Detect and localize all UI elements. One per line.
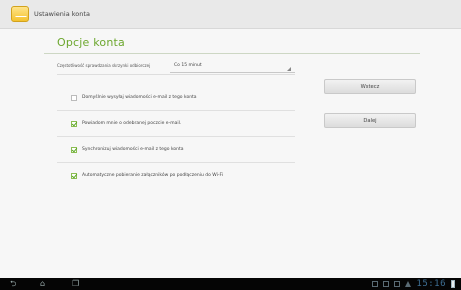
option-label: Domyślnie wysyłaj wiadomości e-mail z te…: [82, 95, 197, 100]
screenshot-icon: [372, 281, 379, 287]
dropdown-underline: [170, 72, 295, 73]
home-icon[interactable]: ⌂: [40, 280, 45, 288]
check-frequency-dropdown[interactable]: Co 15 minut: [170, 59, 295, 73]
next-button[interactable]: Dalej: [324, 113, 416, 128]
option-label: Synchronizuj wiadomości e-mail z tego ko…: [82, 147, 184, 152]
checkbox-auto-download[interactable]: [71, 173, 77, 179]
warning-icon: [405, 281, 412, 287]
option-label: Powiadom mnie o odebranej poczcie e-mail…: [82, 121, 182, 126]
clock: 15:16: [416, 279, 446, 289]
notification-icon: [394, 281, 401, 287]
account-settings-screen: Ustawienia konta Opcje konta Częstotliwo…: [0, 0, 461, 278]
checkbox-default-account[interactable]: [71, 95, 77, 101]
divider: [57, 162, 295, 163]
action-bar-title: Ustawienia konta: [34, 10, 90, 18]
checkbox-notify[interactable]: [71, 121, 77, 127]
option-label: Automatyczne pobieranie załączników po p…: [82, 173, 224, 178]
action-bar: Ustawienia konta: [0, 0, 461, 29]
checkbox-sync[interactable]: [71, 147, 77, 153]
back-arrow-icon[interactable]: ⮌: [10, 280, 16, 288]
divider: [57, 110, 295, 111]
check-frequency-label: Częstotliwość sprawdzania skrzynki odbio…: [57, 63, 151, 68]
divider: [57, 136, 295, 137]
status-area: 15:16: [372, 279, 455, 289]
back-button[interactable]: Wstecz: [324, 79, 416, 94]
divider: [57, 74, 295, 75]
system-navigation-bar: ⮌ ⌂ ❐ 15:16: [0, 278, 461, 290]
usb-icon: [383, 281, 390, 287]
email-app-icon[interactable]: [11, 6, 29, 22]
battery-icon: [451, 280, 455, 288]
page-title: Opcje konta: [57, 36, 125, 49]
recent-apps-icon[interactable]: ❐: [72, 280, 79, 288]
dropdown-corner-icon: [287, 67, 291, 71]
title-divider: [44, 53, 420, 54]
check-frequency-value: Co 15 minut: [174, 63, 202, 68]
